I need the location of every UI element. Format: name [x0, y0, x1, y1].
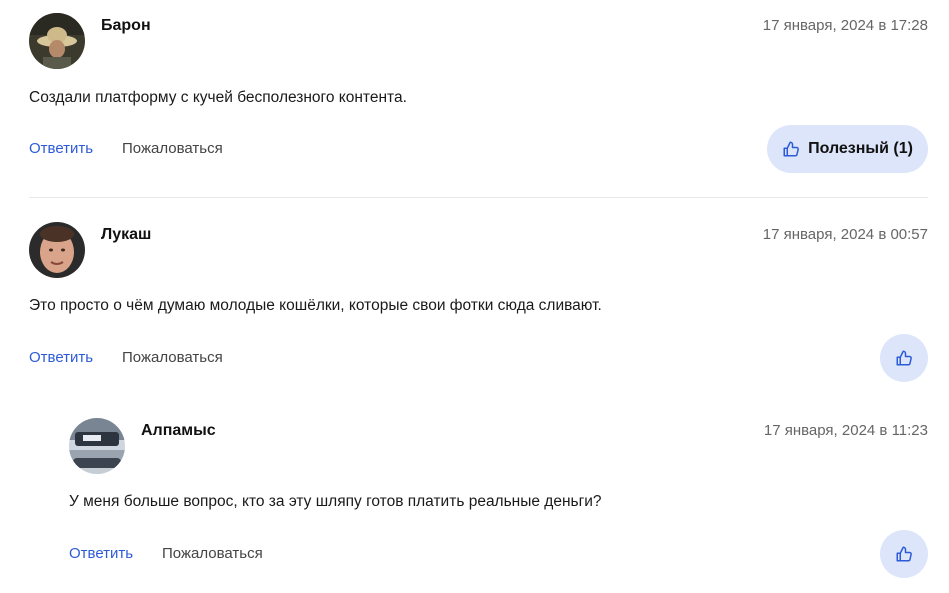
author-name[interactable]: Барон: [101, 17, 151, 35]
comment-date: 17 января, 2024 в 11:23: [763, 422, 928, 439]
avatar[interactable]: [29, 13, 85, 69]
comment-baron: Барон 17 января, 2024 в 17:28 Создали пл…: [0, 0, 949, 197]
reply-button[interactable]: Ответить: [29, 140, 93, 157]
comment-divider: [29, 197, 928, 198]
author-name[interactable]: Лукаш: [101, 226, 151, 244]
reply-button[interactable]: Ответить: [69, 545, 133, 562]
report-button[interactable]: Пожаловаться: [122, 140, 223, 157]
thumbs-up-icon: [782, 140, 800, 158]
comment-text: Создали платформу с кучей бесполезного к…: [29, 89, 407, 106]
useful-button[interactable]: [880, 334, 928, 382]
useful-button[interactable]: Полезный (1): [767, 125, 928, 173]
avatar-man-face-icon: [29, 222, 85, 278]
comment-date: 17 января, 2024 в 17:28: [762, 17, 928, 34]
comment-text: У меня больше вопрос, кто за эту шляпу г…: [69, 493, 602, 510]
avatar-car-icon: [69, 418, 125, 474]
avatar-man-in-hat-icon: [29, 13, 85, 69]
thumbs-up-icon: [895, 545, 913, 563]
comment-date: 17 января, 2024 в 00:57: [762, 226, 928, 243]
avatar[interactable]: [69, 418, 125, 474]
report-button[interactable]: Пожаловаться: [162, 545, 263, 562]
report-button[interactable]: Пожаловаться: [122, 349, 223, 366]
reply-button[interactable]: Ответить: [29, 349, 93, 366]
thumbs-up-icon: [895, 349, 913, 367]
author-name[interactable]: Алпамыс: [141, 422, 216, 440]
useful-label: Полезный (1): [808, 140, 913, 157]
comment-text: Это просто о чём думаю молодые кошёлки, …: [29, 297, 602, 314]
avatar[interactable]: [29, 222, 85, 278]
useful-button[interactable]: [880, 530, 928, 578]
